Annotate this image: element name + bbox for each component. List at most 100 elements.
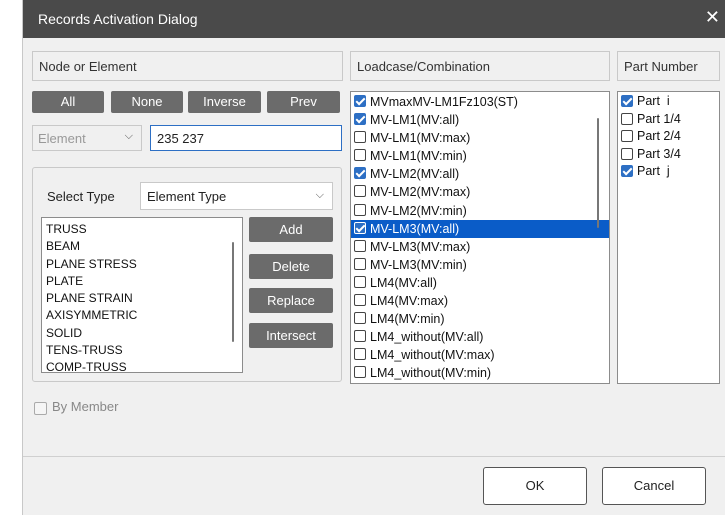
- chevron-down-icon: ⌵: [315, 189, 324, 201]
- checkbox-box[interactable]: [354, 203, 366, 216]
- loadcase-label: MV-LM3(MV:all): [370, 221, 460, 236]
- checkbox-box[interactable]: [621, 130, 633, 142]
- part-label: Part 1/4: [637, 111, 681, 126]
- chevron-down-icon: ⌵: [124, 130, 133, 142]
- part-item[interactable]: Part 3/4: [618, 146, 719, 164]
- loadcase-item[interactable]: LM4_without(MV:min): [351, 364, 609, 382]
- loadcase-item[interactable]: MVmaxMV-LM1Fz103(ST): [351, 93, 609, 111]
- checkbox-box[interactable]: [354, 95, 366, 107]
- delete-button[interactable]: Delete: [249, 254, 333, 279]
- checkbox-box: [34, 402, 47, 415]
- loadcase-label: MVmaxMV-LM1Fz103(ST): [370, 95, 518, 109]
- ok-button[interactable]: OK: [483, 467, 587, 505]
- part-number-header: Part Number: [617, 51, 720, 81]
- footer-divider: [23, 456, 725, 457]
- part-label: Part 3/4: [637, 146, 681, 161]
- loadcase-item[interactable]: LM4(MV:all): [351, 274, 609, 292]
- list-item[interactable]: SOLID: [42, 325, 242, 342]
- checkbox-box[interactable]: [354, 221, 366, 234]
- close-icon[interactable]: ✕: [705, 8, 720, 26]
- loadcase-item[interactable]: MV-LM1(MV:max): [351, 129, 609, 147]
- checkbox-box[interactable]: [354, 185, 366, 198]
- part-item[interactable]: Part 1/4: [618, 111, 719, 129]
- loadcase-label: MV-LM1(MV:all): [370, 113, 460, 128]
- loadcase-label: MV-LM3(MV:min): [370, 257, 467, 272]
- loadcase-item[interactable]: MV-LM3(MV:min): [351, 256, 609, 274]
- select-type-dropdown[interactable]: Element Type ⌵: [140, 182, 333, 210]
- part-item[interactable]: Part i: [618, 93, 719, 111]
- list-item[interactable]: COMP-TRUSS: [42, 359, 242, 372]
- part-label: Part 2/4: [637, 129, 681, 143]
- loadcase-item[interactable]: MV-LM3(MV:max): [351, 238, 609, 256]
- intersect-button[interactable]: Intersect: [249, 323, 333, 348]
- loadcase-item[interactable]: LM4(MV:max): [351, 292, 609, 310]
- part-label: Part j: [637, 164, 670, 178]
- checkbox-box[interactable]: [621, 95, 633, 107]
- checkbox-box[interactable]: [354, 348, 366, 361]
- checkbox-box[interactable]: [621, 165, 633, 177]
- checkbox-box[interactable]: [354, 131, 366, 144]
- part-item[interactable]: Part 2/4: [618, 128, 719, 146]
- part-number-list[interactable]: Part i Part 1/4 Part 2/4 Part 3/4 Part j: [617, 91, 720, 384]
- prev-button[interactable]: Prev: [267, 91, 340, 113]
- type-select-value: Element: [38, 131, 86, 146]
- id-input[interactable]: 235 237: [150, 125, 342, 151]
- element-type-list[interactable]: TRUSS BEAM PLANE STRESS PLATE PLANE STRA…: [41, 217, 243, 373]
- all-button[interactable]: All: [32, 91, 104, 113]
- list-item[interactable]: AXISYMMETRIC: [42, 307, 242, 324]
- loadcase-header: Loadcase/Combination: [350, 51, 610, 81]
- checkbox-box[interactable]: [354, 294, 366, 307]
- checkbox-box[interactable]: [354, 113, 366, 126]
- records-activation-dialog: Records Activation Dialog ✕ Node or Elem…: [22, 0, 725, 515]
- loadcase-list[interactable]: MVmaxMV-LM1Fz103(ST) MV-LM1(MV:all) MV-LM1…: [350, 91, 610, 384]
- list-item[interactable]: PLATE: [42, 273, 242, 290]
- loadcase-label: MV-LM2(MV:min): [370, 203, 467, 218]
- part-item[interactable]: Part j: [618, 163, 719, 181]
- select-type-value: Element Type: [147, 189, 227, 204]
- loadcase-label: LM4_without(MV:min): [370, 366, 492, 381]
- select-type-label: Select Type: [47, 189, 115, 204]
- checkbox-box[interactable]: [354, 167, 366, 180]
- by-member-label: By Member: [52, 399, 119, 414]
- node-element-type-select[interactable]: Element ⌵: [32, 125, 142, 151]
- loadcase-label: LM4(MV:all): [370, 275, 437, 290]
- loadcase-item[interactable]: MV-LM1(MV:min): [351, 147, 609, 165]
- checkbox-box[interactable]: [354, 149, 366, 162]
- add-button[interactable]: Add: [249, 217, 333, 242]
- loadcase-label: LM4(MV:max): [370, 294, 449, 309]
- checkbox-box[interactable]: [354, 366, 366, 379]
- checkbox-box[interactable]: [621, 147, 633, 160]
- checkbox-box[interactable]: [354, 330, 366, 343]
- list-item[interactable]: PLANE STRESS: [42, 256, 242, 273]
- part-label: Part i: [637, 94, 670, 108]
- checkbox-box[interactable]: [354, 239, 366, 252]
- cancel-button[interactable]: Cancel: [602, 467, 706, 505]
- loadcase-label: LM4_without(MV:all): [370, 330, 484, 345]
- loadcase-item[interactable]: MV-LM2(MV:max): [351, 183, 609, 201]
- list-item[interactable]: TENS-TRUSS: [42, 342, 242, 359]
- checkbox-box[interactable]: [354, 275, 366, 288]
- checkbox-box[interactable]: [354, 257, 366, 270]
- list-item[interactable]: TRUSS: [42, 221, 242, 238]
- id-input-value: 235 237: [157, 131, 204, 146]
- scrollbar[interactable]: [597, 118, 599, 228]
- inverse-button[interactable]: Inverse: [188, 91, 261, 113]
- loadcase-item[interactable]: LM4_without(MV:max): [351, 346, 609, 364]
- loadcase-item[interactable]: MV-LM2(MV:all): [351, 165, 609, 183]
- loadcase-item[interactable]: LM4(MV:min): [351, 310, 609, 328]
- loadcase-label: MV-LM2(MV:all): [370, 167, 460, 182]
- loadcase-label: MV-LM1(MV:max): [370, 131, 471, 146]
- list-item[interactable]: PLANE STRAIN: [42, 290, 242, 307]
- loadcase-label: LM4(MV:min): [370, 312, 445, 327]
- replace-button[interactable]: Replace: [249, 288, 333, 313]
- checkbox-box[interactable]: [621, 112, 633, 125]
- list-item[interactable]: BEAM: [42, 238, 242, 255]
- scrollbar[interactable]: [232, 242, 234, 342]
- loadcase-item[interactable]: MV-LM2(MV:min): [351, 202, 609, 220]
- loadcase-item[interactable]: MV-LM1(MV:all): [351, 111, 609, 129]
- loadcase-item[interactable]: MV-LM3(MV:all): [351, 219, 609, 238]
- loadcase-label: MV-LM1(MV:min): [370, 149, 467, 164]
- none-button[interactable]: None: [111, 91, 183, 113]
- checkbox-box[interactable]: [354, 312, 366, 325]
- loadcase-item[interactable]: LM4_without(MV:all): [351, 328, 609, 346]
